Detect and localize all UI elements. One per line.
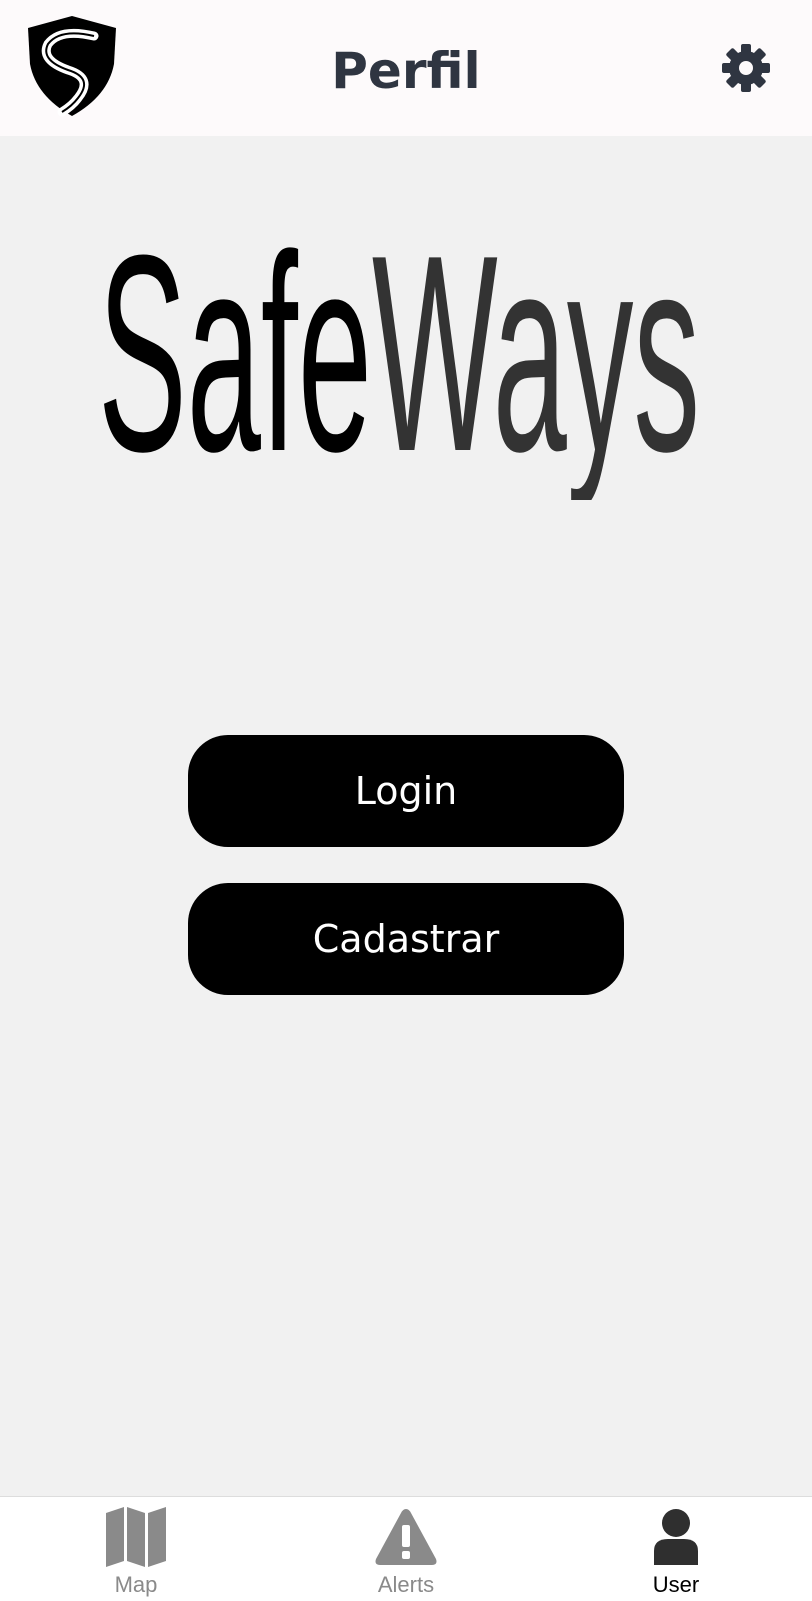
tab-alerts[interactable]: Alerts <box>316 1497 496 1601</box>
register-button[interactable]: Cadastrar <box>188 883 624 995</box>
brand-logo: SafeWays <box>98 240 700 500</box>
brand-safe: Safe <box>98 240 372 500</box>
tab-user[interactable]: User <box>586 1497 766 1601</box>
brand-ways: Ways <box>372 240 700 500</box>
login-button[interactable]: Login <box>188 735 624 847</box>
tab-map[interactable]: Map <box>46 1497 226 1601</box>
alert-icon <box>375 1509 437 1565</box>
top-header: Perfil <box>0 0 812 136</box>
tab-user-label: User <box>652 1572 700 1597</box>
tab-map-label: Map <box>114 1572 158 1597</box>
page-title: Perfil <box>331 42 481 100</box>
user-icon <box>654 1509 698 1565</box>
svg-text:SafeWays: SafeWays <box>98 240 700 500</box>
gear-icon[interactable] <box>722 44 770 92</box>
tab-alerts-label: Alerts <box>377 1572 435 1597</box>
bottom-tab-bar: Map Alerts User <box>0 1496 812 1601</box>
map-icon <box>106 1507 166 1567</box>
